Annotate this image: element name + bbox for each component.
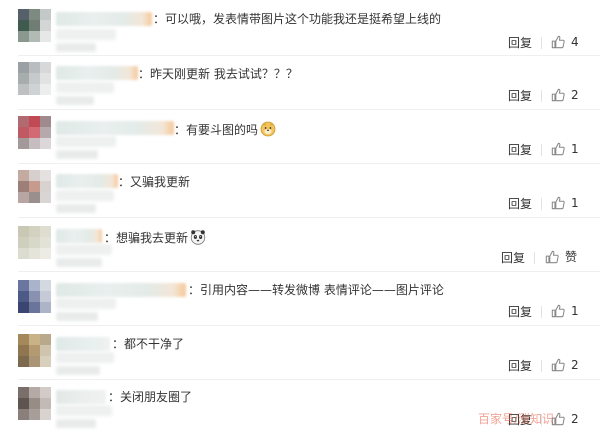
reply-button[interactable]: 回复 bbox=[508, 89, 532, 103]
comment-text: ：引用内容——转发微博 表情评论——图片评论 bbox=[188, 283, 444, 297]
like-button[interactable]: 2 bbox=[551, 88, 579, 102]
thumbs-up-icon bbox=[551, 304, 565, 318]
comment-text-content: ：有要斗图的吗 bbox=[174, 123, 259, 137]
separator bbox=[541, 198, 542, 210]
comment-text: ：昨天刚更新 我去试试？？？ bbox=[138, 67, 298, 81]
thumbs-up-icon bbox=[551, 35, 565, 49]
separator bbox=[541, 360, 542, 372]
avatar[interactable] bbox=[18, 170, 52, 204]
comment-meta bbox=[56, 82, 114, 93]
reply-button[interactable]: 回复 bbox=[501, 251, 525, 265]
separator bbox=[541, 144, 542, 156]
like-count: 1 bbox=[571, 142, 579, 156]
reply-button[interactable]: 回复 bbox=[508, 359, 532, 373]
like-button[interactable]: 1 bbox=[551, 196, 579, 210]
comment-text: ：可以哦，发表情带图片这个功能我还是挺希望上线的 bbox=[153, 12, 442, 26]
comment-meta bbox=[56, 405, 112, 416]
comment-meta bbox=[56, 258, 102, 267]
reply-button[interactable]: 回复 bbox=[508, 305, 532, 319]
comment-text: ：又骗我更新 bbox=[118, 175, 191, 189]
comment-meta bbox=[56, 43, 96, 52]
avatar[interactable] bbox=[18, 334, 52, 368]
watermark: 百家号/涨知识 bbox=[478, 412, 555, 426]
like-button[interactable]: 4 bbox=[551, 35, 579, 49]
like-count: 2 bbox=[571, 88, 579, 102]
separator bbox=[541, 306, 542, 318]
avatar[interactable] bbox=[18, 280, 52, 314]
comment-text: ：都不干净了 bbox=[112, 337, 185, 351]
comment-text: ：想骗我去更新 bbox=[104, 229, 206, 248]
comment-meta bbox=[56, 298, 116, 309]
comment-meta bbox=[56, 29, 116, 40]
thumbs-up-icon bbox=[551, 88, 565, 102]
thumbs-up-icon bbox=[551, 196, 565, 210]
username[interactable] bbox=[56, 283, 186, 297]
separator bbox=[541, 90, 542, 102]
like-count: 2 bbox=[571, 412, 579, 426]
comment-meta bbox=[56, 96, 94, 105]
thumbs-up-icon bbox=[551, 358, 565, 372]
divider bbox=[18, 271, 600, 272]
panda-emoji-icon bbox=[190, 229, 206, 248]
avatar[interactable] bbox=[18, 226, 52, 260]
username[interactable] bbox=[56, 66, 138, 80]
divider bbox=[18, 163, 600, 164]
like-count: 2 bbox=[571, 358, 579, 372]
reply-button[interactable]: 回复 bbox=[508, 143, 532, 157]
avatar[interactable] bbox=[18, 9, 52, 43]
comment-text: ：关闭朋友圈了 bbox=[108, 390, 193, 404]
like-count: 1 bbox=[571, 304, 579, 318]
like-button[interactable]: 1 bbox=[551, 142, 579, 156]
username[interactable] bbox=[56, 174, 118, 188]
thumbs-up-icon bbox=[545, 250, 559, 264]
username[interactable] bbox=[56, 337, 110, 351]
divider bbox=[18, 379, 600, 380]
doge-emoji-icon bbox=[260, 121, 276, 140]
like-count: 赞 bbox=[565, 250, 578, 264]
separator bbox=[541, 37, 542, 49]
avatar[interactable] bbox=[18, 62, 52, 96]
like-button[interactable]: 1 bbox=[551, 304, 579, 318]
comment-meta bbox=[56, 190, 114, 201]
comment-meta bbox=[56, 136, 116, 147]
username[interactable] bbox=[56, 229, 102, 243]
comment-meta bbox=[56, 352, 114, 363]
reply-button[interactable]: 回复 bbox=[508, 197, 532, 211]
comment-text: ：有要斗图的吗 bbox=[174, 121, 276, 140]
avatar[interactable] bbox=[18, 116, 52, 150]
divider bbox=[18, 217, 600, 218]
separator bbox=[534, 252, 535, 264]
reply-button[interactable]: 回复 bbox=[508, 36, 532, 50]
divider bbox=[18, 325, 600, 326]
username[interactable] bbox=[56, 390, 106, 404]
divider bbox=[18, 55, 600, 56]
like-count: 4 bbox=[571, 35, 579, 49]
avatar[interactable] bbox=[18, 387, 52, 421]
comment-meta bbox=[56, 312, 98, 321]
like-button[interactable]: 赞 bbox=[545, 250, 577, 264]
comment-meta bbox=[56, 419, 96, 428]
thumbs-up-icon bbox=[551, 142, 565, 156]
divider bbox=[18, 109, 600, 110]
comment-meta bbox=[56, 150, 98, 159]
username[interactable] bbox=[56, 12, 152, 26]
comment-text-content: ：想骗我去更新 bbox=[104, 231, 189, 245]
like-button[interactable]: 2 bbox=[551, 358, 579, 372]
comment-meta bbox=[56, 366, 100, 375]
username[interactable] bbox=[56, 121, 174, 135]
like-count: 1 bbox=[571, 196, 579, 210]
like-button[interactable]: 2 bbox=[551, 412, 579, 426]
comment-meta bbox=[56, 204, 96, 213]
